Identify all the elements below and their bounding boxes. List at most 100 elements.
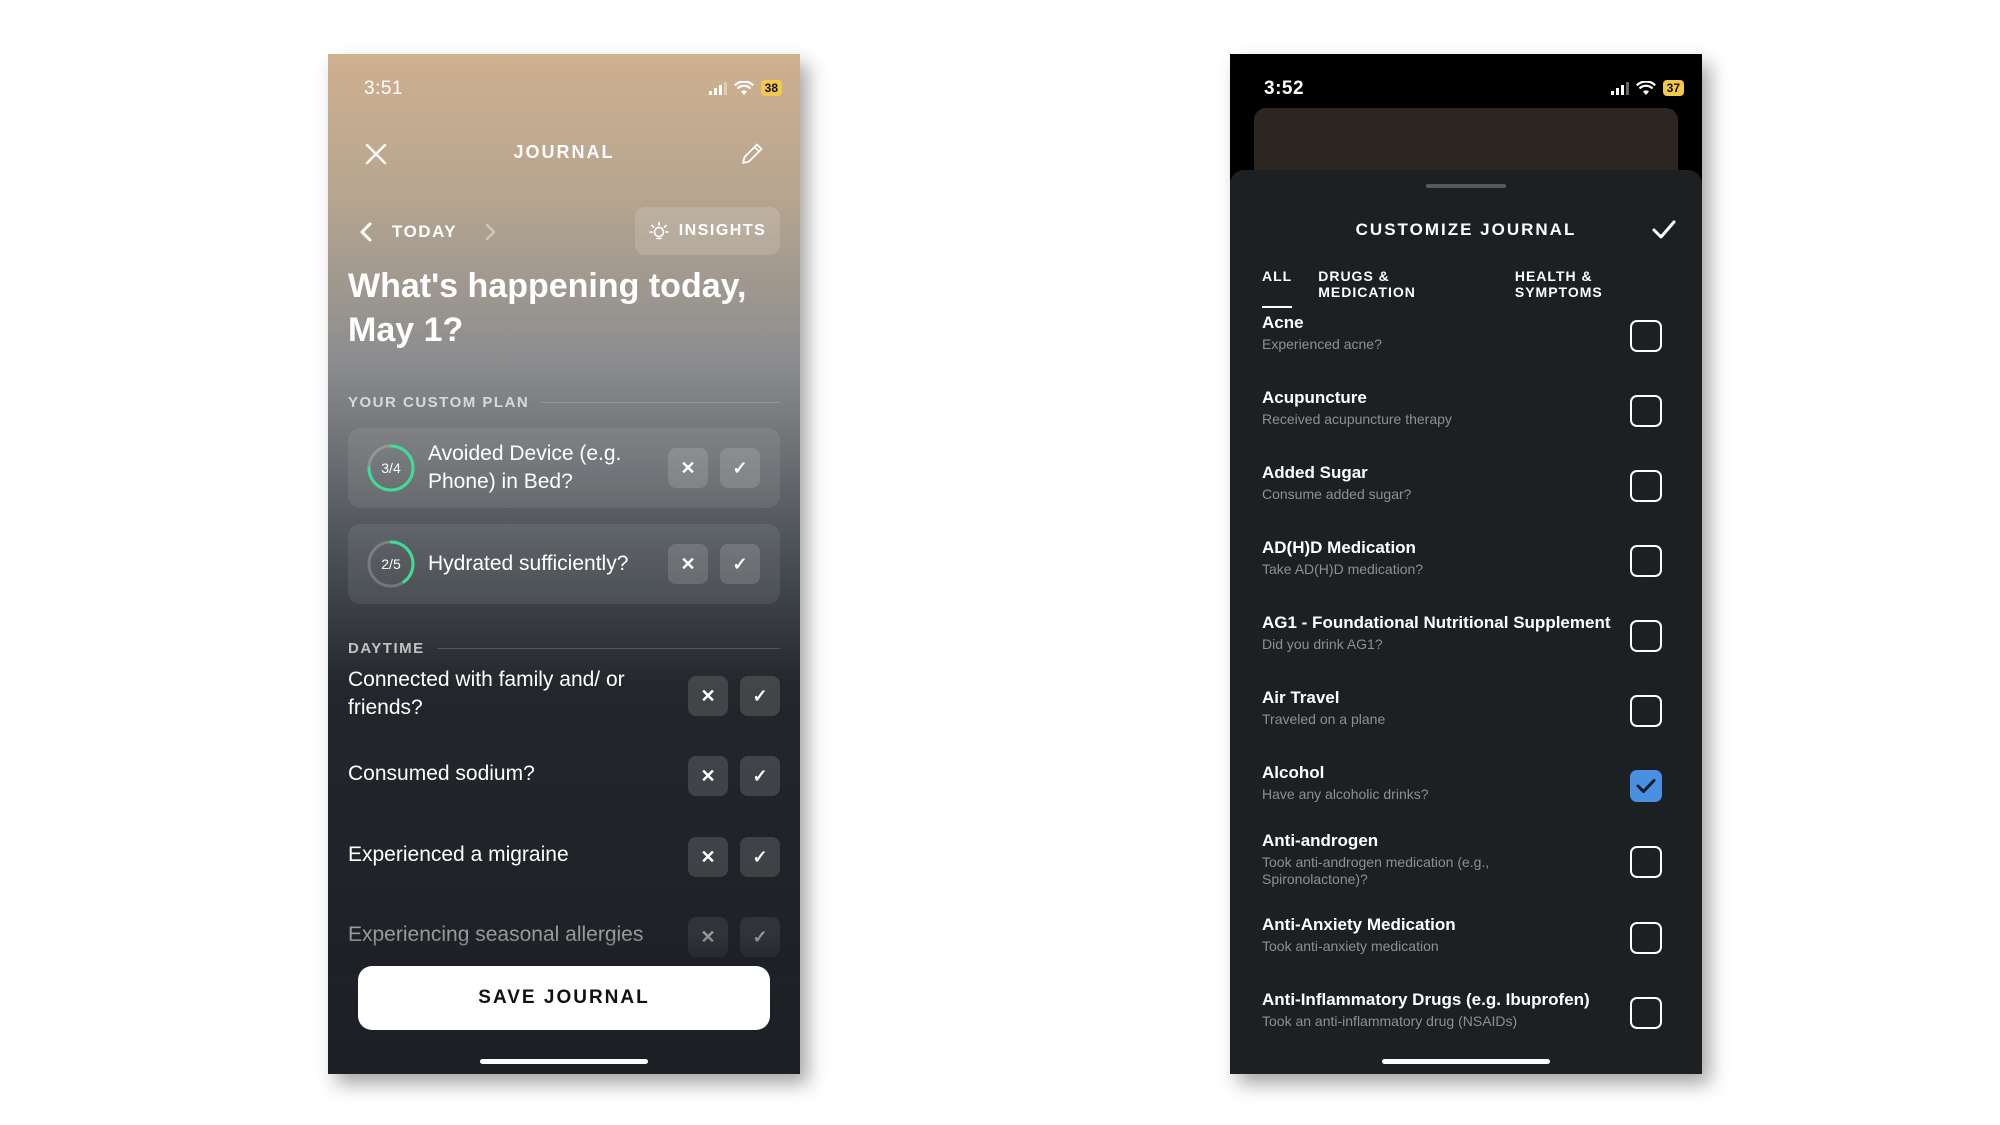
divider bbox=[541, 402, 780, 403]
plan-item: 2/5 Hydrated sufficiently? ✕ ✓ bbox=[348, 524, 780, 604]
list-item[interactable]: Anti-androgen Took anti-androgen medicat… bbox=[1262, 830, 1662, 888]
no-button[interactable]: ✕ bbox=[688, 837, 728, 877]
plan-item-label: Hydrated sufficiently? bbox=[428, 552, 629, 575]
journal-headline: What's happening today, May 1? bbox=[348, 267, 747, 349]
battery-icon: 38 bbox=[760, 80, 782, 96]
item-name: Alcohol bbox=[1262, 763, 1325, 782]
section-title: YOUR CUSTOM PLAN bbox=[348, 394, 530, 411]
no-button[interactable]: ✕ bbox=[668, 544, 708, 584]
yes-no-toggle: ✕ ✓ bbox=[688, 676, 780, 716]
tab-health-symptoms[interactable]: HEALTH & SYMPTOMS bbox=[1515, 268, 1682, 308]
item-checkbox-checked[interactable] bbox=[1630, 770, 1662, 802]
tab-drugs-medication[interactable]: DRUGS & MEDICATION bbox=[1318, 268, 1489, 308]
customize-journal-screen: 3:52 37 CUSTOMIZE JOURNAL ALL DRUGS & ME… bbox=[1230, 54, 1702, 1074]
yes-button[interactable]: ✓ bbox=[720, 448, 760, 488]
journal-question: Consumed sodium? bbox=[348, 762, 535, 785]
list-item[interactable]: AD(H)D Medication Take AD(H)D medication… bbox=[1262, 537, 1662, 578]
item-checkbox[interactable] bbox=[1630, 395, 1662, 427]
yes-button[interactable]: ✓ bbox=[720, 544, 760, 584]
item-checkbox[interactable] bbox=[1630, 922, 1662, 954]
list-item[interactable]: Air Travel Traveled on a plane bbox=[1262, 687, 1662, 728]
custom-plan-section-label: YOUR CUSTOM PLAN bbox=[348, 394, 780, 411]
battery-icon: 37 bbox=[1662, 80, 1684, 96]
yes-no-toggle: ✕ ✓ bbox=[688, 756, 780, 796]
wifi-icon bbox=[733, 80, 754, 95]
page-title: JOURNAL bbox=[513, 142, 615, 162]
section-title: DAYTIME bbox=[348, 640, 425, 657]
yes-no-toggle: ✕ ✓ bbox=[688, 837, 780, 877]
date-navigation: TODAY INSIGHTS bbox=[348, 207, 780, 257]
journal-question: Experienced a migraine bbox=[348, 843, 569, 866]
item-name: Anti-Inflammatory Drugs (e.g. Ibuprofen) bbox=[1262, 990, 1590, 1009]
background-card bbox=[1254, 108, 1678, 178]
item-checkbox[interactable] bbox=[1630, 695, 1662, 727]
item-description: Did you drink AG1? bbox=[1262, 636, 1383, 652]
home-indicator[interactable] bbox=[1382, 1059, 1550, 1064]
item-description: Have any alcoholic drinks? bbox=[1262, 786, 1429, 802]
journal-question: Connected with family and/ or friends? bbox=[348, 668, 625, 719]
home-indicator[interactable] bbox=[480, 1059, 648, 1064]
item-name: Anti-androgen bbox=[1262, 831, 1379, 850]
plan-item-label: Avoided Device (e.g. Phone) in Bed? bbox=[428, 442, 622, 493]
item-description: Consume added sugar? bbox=[1262, 486, 1412, 502]
item-name: Added Sugar bbox=[1262, 463, 1368, 482]
yes-button[interactable]: ✓ bbox=[740, 837, 780, 877]
current-day-label: TODAY bbox=[392, 222, 458, 241]
list-item[interactable]: Added Sugar Consume added sugar? bbox=[1262, 462, 1662, 503]
divider bbox=[436, 648, 780, 649]
item-checkbox[interactable] bbox=[1630, 846, 1662, 878]
signal-icon bbox=[708, 81, 727, 95]
category-tabs: ALL DRUGS & MEDICATION HEALTH & SYMPTOMS bbox=[1262, 268, 1682, 308]
insights-label: INSIGHTS bbox=[678, 222, 767, 239]
item-name: Anti-Anxiety Medication bbox=[1262, 915, 1456, 934]
status-bar: 3:51 38 bbox=[328, 78, 800, 108]
no-button[interactable]: ✕ bbox=[688, 756, 728, 796]
signal-icon bbox=[1610, 81, 1629, 95]
plan-item: 3/4 Avoided Device (e.g. Phone) in Bed? … bbox=[348, 428, 780, 508]
item-checkbox[interactable] bbox=[1630, 320, 1662, 352]
list-item[interactable]: Acupuncture Received acupuncture therapy bbox=[1262, 387, 1662, 428]
yes-button[interactable]: ✓ bbox=[740, 676, 780, 716]
progress-text: 2/5 bbox=[381, 556, 401, 572]
item-checkbox[interactable] bbox=[1630, 545, 1662, 577]
progress-ring: 3/4 bbox=[366, 443, 416, 493]
no-button[interactable]: ✕ bbox=[668, 448, 708, 488]
done-check-icon[interactable] bbox=[1646, 212, 1682, 248]
list-item[interactable]: Acne Experienced acne? bbox=[1262, 312, 1662, 353]
item-name: Acne bbox=[1262, 313, 1304, 332]
list-item[interactable]: AG1 - Foundational Nutritional Supplemen… bbox=[1262, 612, 1662, 653]
status-time: 3:52 bbox=[1264, 78, 1305, 99]
item-checkbox[interactable] bbox=[1630, 470, 1662, 502]
item-name: AD(H)D Medication bbox=[1262, 538, 1416, 557]
item-checkbox[interactable] bbox=[1630, 620, 1662, 652]
sheet-grabber[interactable] bbox=[1426, 184, 1506, 188]
edit-pencil-icon[interactable] bbox=[734, 136, 770, 172]
lightbulb-icon bbox=[648, 221, 669, 240]
insights-button[interactable]: INSIGHTS bbox=[635, 207, 780, 255]
item-name: AG1 - Foundational Nutritional Supplemen… bbox=[1262, 613, 1611, 632]
wifi-icon bbox=[1635, 80, 1656, 95]
daytime-section-label: DAYTIME bbox=[348, 640, 780, 657]
item-description: Traveled on a plane bbox=[1262, 711, 1386, 727]
tab-all[interactable]: ALL bbox=[1262, 268, 1293, 308]
customize-sheet: CUSTOMIZE JOURNAL ALL DRUGS & MEDICATION… bbox=[1230, 170, 1702, 1074]
item-description: Took an anti-inflammatory drug (NSAIDs) bbox=[1262, 1013, 1518, 1029]
status-icons: 38 bbox=[708, 80, 782, 96]
yes-button[interactable]: ✓ bbox=[740, 756, 780, 796]
status-icons: 37 bbox=[1610, 80, 1684, 96]
list-item[interactable]: Alcohol Have any alcoholic drinks? bbox=[1262, 762, 1662, 803]
checkmark-icon bbox=[1636, 779, 1656, 793]
item-checkbox[interactable] bbox=[1630, 997, 1662, 1029]
chevron-left-icon[interactable] bbox=[348, 214, 384, 250]
yes-no-toggle: ✕ ✓ bbox=[668, 448, 760, 488]
item-description: Experienced acne? bbox=[1262, 336, 1382, 352]
chevron-right-icon[interactable] bbox=[472, 214, 508, 250]
list-item[interactable]: Anti-Anxiety Medication Took anti-anxiet… bbox=[1262, 914, 1662, 955]
progress-text: 3/4 bbox=[381, 460, 401, 476]
list-item[interactable]: Anti-Inflammatory Drugs (e.g. Ibuprofen)… bbox=[1262, 989, 1662, 1030]
status-bar: 3:52 37 bbox=[1230, 78, 1702, 108]
save-journal-button[interactable]: SAVE JOURNAL bbox=[358, 966, 770, 1030]
item-description: Take AD(H)D medication? bbox=[1262, 561, 1424, 577]
no-button[interactable]: ✕ bbox=[688, 676, 728, 716]
item-name: Acupuncture bbox=[1262, 388, 1367, 407]
